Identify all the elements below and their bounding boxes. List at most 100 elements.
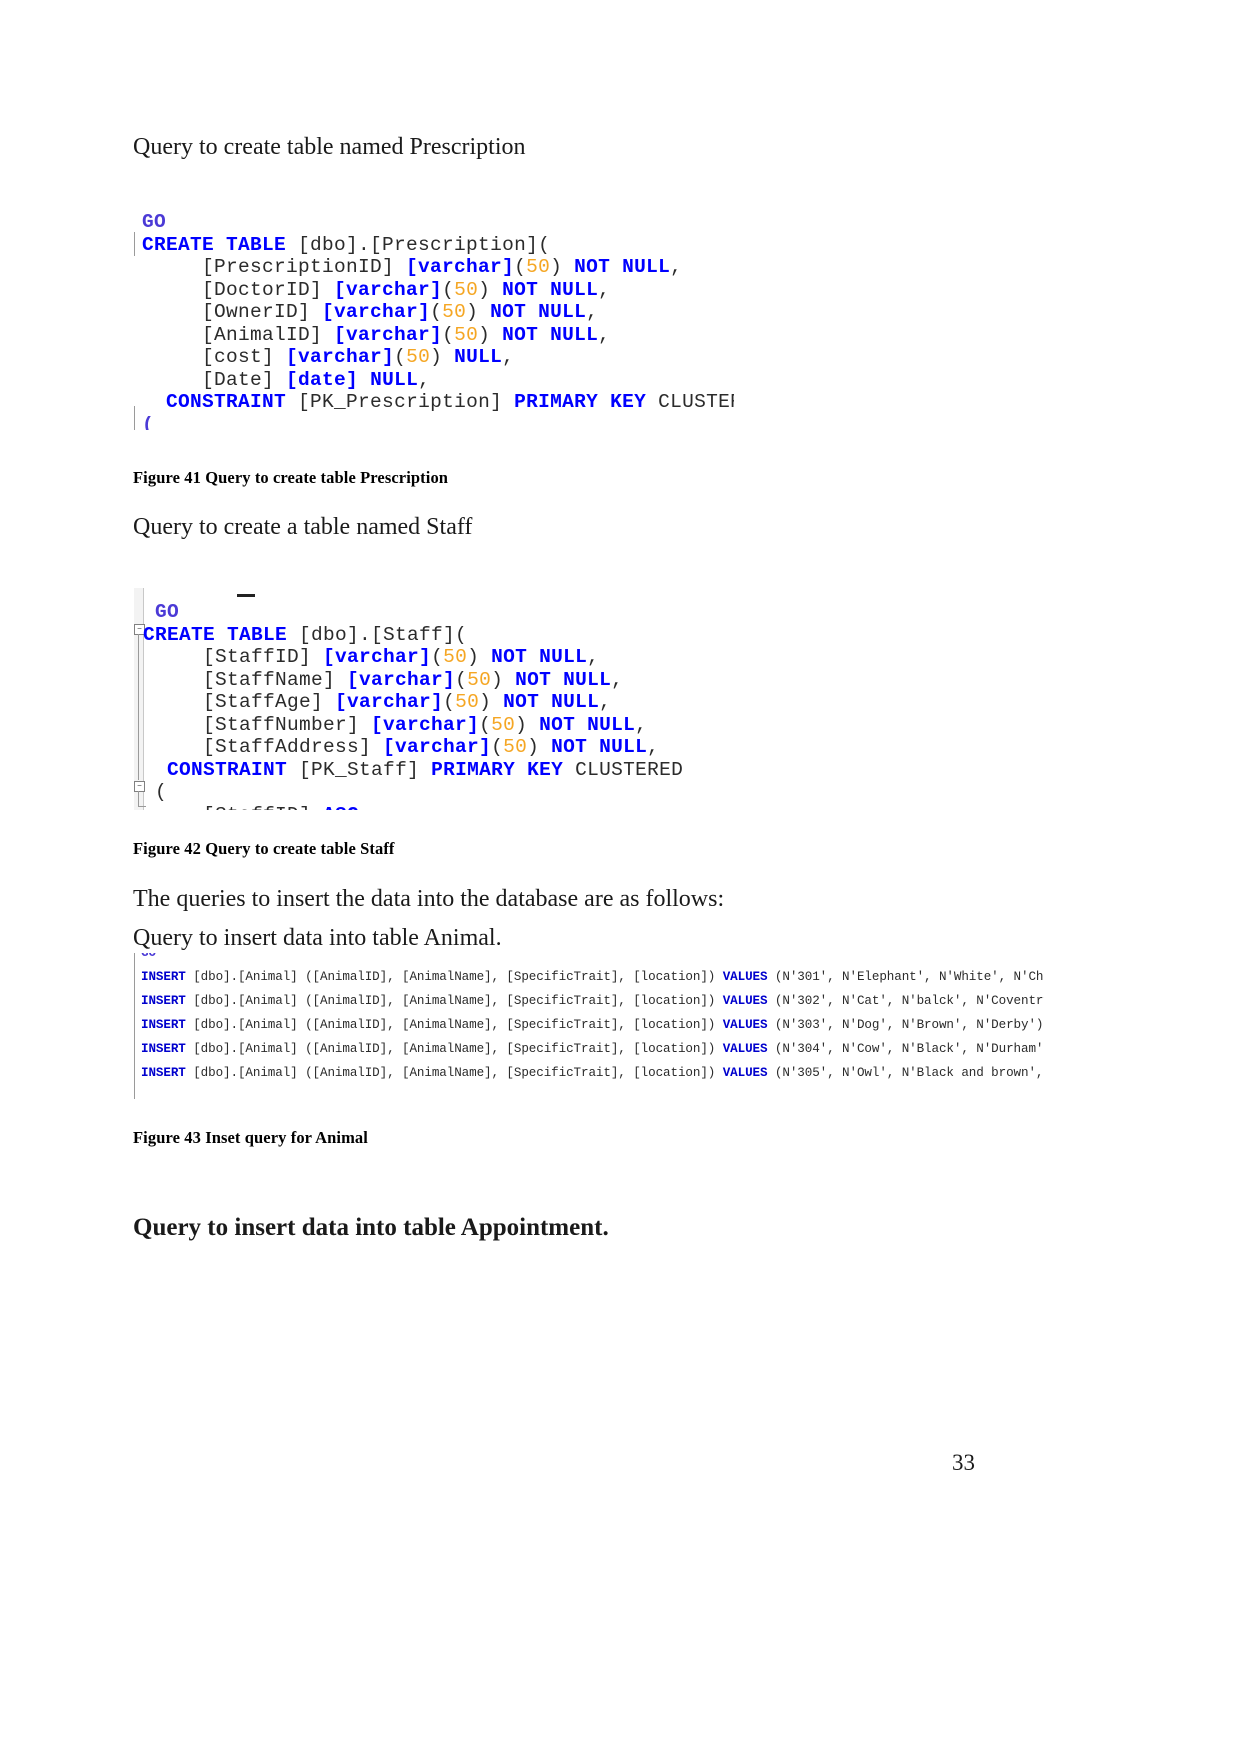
code-token: INSERT — [141, 994, 186, 1008]
code-lines-animal-inserts: GO INSERT [dbo].[Animal] ([AnimalID], [An… — [141, 953, 1044, 1085]
code-token: [OwnerID] — [142, 301, 323, 323]
code-token: ( — [442, 323, 455, 346]
code-token: [StaffID] — [143, 646, 324, 668]
code-token: [PK_Prescription] — [286, 391, 515, 413]
code-lines-prescription: GO CREATE TABLE [dbo].[Prescription]( [Pr… — [142, 211, 734, 430]
code-token: [varchar] — [322, 301, 431, 323]
code-line: [OwnerID] [varchar](50) NOT NULL, — [142, 301, 734, 324]
code-token: , — [635, 713, 648, 736]
code-line: [StaffAge] [varchar](50) NOT NULL, — [143, 691, 683, 714]
code-token: (N'304', N'Cow', N'Black', N'Durham') — [767, 1042, 1044, 1056]
code-token: GO — [141, 953, 156, 960]
code-lines-staff: GO CREATE TABLE [dbo].[Staff]( [StaffID] … — [143, 601, 683, 810]
code-token: ) — [478, 278, 503, 301]
code-token: VALUES — [722, 1042, 768, 1056]
code-token: INSERT — [141, 1042, 186, 1056]
code-line: CONSTRAINT [PK_Staff] PRIMARY KEY CLUSTE… — [143, 759, 683, 782]
code-token: ) — [550, 256, 575, 278]
code-token: ( — [479, 713, 492, 736]
code-token: [varchar] — [323, 646, 432, 668]
code-token: NOT NULL — [515, 668, 612, 691]
code-token: INSERT — [141, 1066, 186, 1080]
code-line: [StaffNumber] [varchar](50) NOT NULL, — [143, 714, 683, 737]
code-token: [dbo].[Animal] ([AnimalID], [AnimalName]… — [185, 994, 723, 1008]
code-token: [varchar] — [371, 713, 480, 736]
code-token: [AnimalID] — [142, 323, 335, 346]
code-token: 50 — [443, 646, 468, 668]
code-token: [varchar] — [334, 278, 443, 301]
code-token: [dbo].[Animal] ([AnimalID], [AnimalName]… — [185, 1066, 723, 1080]
code-screenshot-staff: − − GO CREATE TABLE [dbo].[Staff]( [Staff… — [134, 588, 694, 810]
code-token: INSERT — [141, 970, 186, 984]
code-token: [varchar] — [335, 691, 444, 713]
code-line: INSERT [dbo].[Animal] ([AnimalID], [Anim… — [141, 965, 1044, 989]
code-token: [PK_Staff] — [287, 758, 432, 781]
code-token: ) — [527, 736, 552, 758]
code-token: NULL — [454, 346, 503, 368]
code-line: INSERT [dbo].[Animal] ([AnimalID], [Anim… — [141, 1061, 1044, 1085]
editor-margin-line — [134, 953, 135, 1099]
editor-margin-line — [134, 406, 135, 430]
code-region-line — [138, 791, 139, 807]
code-token: ) — [515, 713, 540, 736]
code-token: CLUSTERED — [658, 391, 734, 413]
code-token: 50 — [467, 668, 492, 691]
code-token: ) — [479, 691, 504, 713]
paragraph-prescription-intro: Query to create table named Prescription — [133, 134, 526, 160]
code-line: INSERT [dbo].[Animal] ([AnimalID], [Anim… — [141, 989, 1044, 1013]
code-token: [varchar] — [334, 323, 443, 346]
code-token: [StaffName] — [143, 668, 348, 691]
code-token: NOT NULL — [574, 256, 671, 278]
code-token: [StaffAge] — [143, 691, 336, 713]
code-token: GO — [142, 211, 167, 233]
code-token: CONSTRAINT — [167, 758, 288, 781]
code-token: VALUES — [722, 1066, 768, 1080]
code-token: , — [670, 256, 683, 278]
paragraph-staff-intro: Query to create a table named Staff — [133, 514, 473, 540]
code-line: GO — [143, 601, 683, 624]
code-token: [cost] — [142, 346, 287, 368]
code-line: INSERT [dbo].[Animal] ([AnimalID], [Anim… — [141, 1037, 1044, 1061]
code-line: CREATE TABLE [dbo].[Prescription]( — [142, 234, 734, 257]
code-token: NOT NULL — [503, 691, 600, 713]
code-token: PRIMARY KEY — [431, 758, 564, 781]
code-token: PRIMARY KEY — [514, 391, 647, 413]
code-screenshot-prescription: GO CREATE TABLE [dbo].[Prescription]( [Pr… — [134, 208, 734, 430]
code-token: ) — [467, 646, 492, 668]
code-token: ( — [394, 346, 407, 368]
code-token: [varchar] — [286, 346, 395, 368]
document-page: Query to create table named Prescription… — [0, 0, 1241, 1754]
code-token: 50 — [526, 256, 551, 278]
code-token: NOT NULL — [490, 301, 587, 323]
code-token: [DoctorID] — [142, 278, 335, 301]
code-line: [StaffName] [varchar](50) NOT NULL, — [143, 669, 683, 692]
code-token: INSERT — [141, 1018, 186, 1032]
code-token: NOT NULL — [502, 323, 599, 346]
code-token: [dbo].[Animal] ([AnimalID], [AnimalName]… — [185, 970, 723, 984]
code-token: NOT NULL — [551, 736, 648, 758]
code-line: CREATE TABLE [dbo].[Staff]( — [143, 624, 683, 647]
code-token: ( — [514, 256, 527, 278]
code-token: [StaffAddress] — [143, 736, 384, 758]
code-token: (N'302', N'Cat', N'balck', N'Coventry') — [767, 994, 1044, 1008]
code-token: 50 — [454, 278, 479, 301]
code-token: [varchar] — [383, 736, 492, 758]
code-token: NOT NULL — [491, 646, 588, 668]
code-token: ) — [478, 323, 503, 346]
code-line: [StaffAddress] [varchar](50) NOT NULL, — [143, 736, 683, 759]
code-token: [dbo].[Animal] ([AnimalID], [AnimalName]… — [185, 1042, 723, 1056]
code-token: ( — [443, 691, 456, 713]
code-token: ( — [431, 646, 444, 668]
code-token: ASC — [323, 804, 359, 811]
figure-caption-42: Figure 42 Query to create table Staff — [133, 839, 395, 858]
code-token: 50 — [503, 736, 528, 758]
code-line: GO — [142, 211, 734, 234]
code-token: CLUSTERED — [563, 758, 684, 781]
code-token: CREATE TABLE — [143, 623, 288, 646]
code-token: [StaffNumber] — [143, 713, 372, 736]
code-token: VALUES — [722, 1018, 768, 1032]
code-token: , — [647, 736, 660, 758]
code-token: [dbo].[Staff]( — [287, 623, 468, 646]
